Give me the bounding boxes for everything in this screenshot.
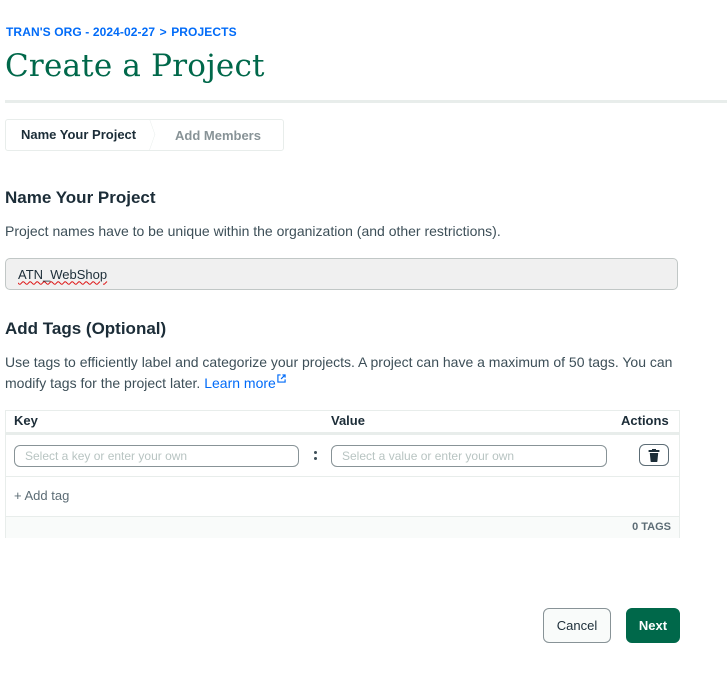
cancel-button[interactable]: Cancel	[543, 608, 611, 643]
table-row: Select a key or enter your own Select a …	[6, 435, 679, 477]
column-header-actions: Actions	[621, 413, 669, 428]
delete-tag-button[interactable]	[639, 444, 669, 466]
external-link-icon	[277, 374, 286, 383]
name-section-title: Name Your Project	[5, 188, 156, 207]
name-section-description: Project names have to be unique within t…	[5, 223, 501, 239]
tags-section-description: Use tags to efficiently label and catego…	[5, 352, 680, 394]
tag-value-placeholder: Select a value or enter your own	[342, 449, 515, 463]
tag-count: 0 TAGS	[632, 521, 671, 533]
learn-more-label: Learn more	[204, 375, 276, 391]
tags-section-title: Add Tags (Optional)	[5, 319, 167, 338]
tag-value-input[interactable]: Select a value or enter your own	[331, 445, 607, 467]
tag-key-input[interactable]: Select a key or enter your own	[14, 445, 299, 467]
column-header-value: Value	[331, 413, 365, 428]
colon-separator	[311, 446, 319, 466]
next-button[interactable]: Next	[626, 608, 680, 643]
breadcrumb-projects-link[interactable]: PROJECTS	[171, 25, 236, 39]
breadcrumb-separator: >	[159, 25, 167, 39]
step-add-members: Add Members	[175, 127, 261, 143]
stepper: Name Your Project Add Members	[5, 119, 284, 151]
project-name-value: ATN_WebShop	[18, 266, 108, 282]
page-title: Create a Project	[5, 48, 265, 84]
tags-description-text: Use tags to efficiently label and catego…	[5, 354, 673, 391]
breadcrumb: TRAN'S ORG - 2024-02-27 > PROJECTS	[6, 25, 237, 39]
title-divider	[5, 100, 727, 103]
step-label: Name Your Project	[21, 127, 137, 142]
add-tag-button[interactable]: + Add tag	[14, 488, 69, 503]
step-name-your-project: Name Your Project	[6, 120, 156, 150]
project-name-input[interactable]: ATN_WebShop	[5, 258, 678, 290]
learn-more-link[interactable]: Learn more	[204, 374, 286, 391]
tags-table: Key Value Actions Select a key or enter …	[5, 410, 680, 538]
breadcrumb-org-link[interactable]: TRAN'S ORG - 2024-02-27	[6, 25, 155, 39]
chevron-right-icon	[139, 120, 156, 150]
tag-key-placeholder: Select a key or enter your own	[25, 449, 188, 463]
trash-icon	[648, 448, 660, 462]
tags-table-footer: 0 TAGS	[6, 516, 679, 538]
column-header-key: Key	[14, 413, 38, 428]
